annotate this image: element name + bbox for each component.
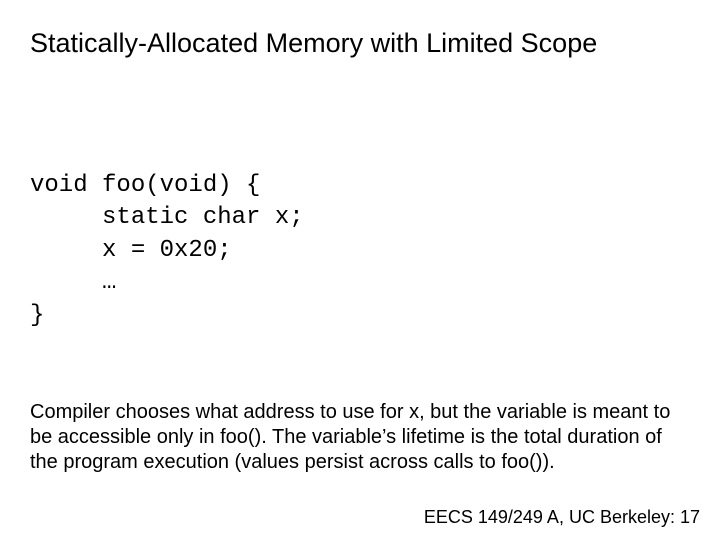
slide: Statically-Allocated Memory with Limited…	[0, 0, 720, 540]
code-line-4: …	[30, 269, 116, 296]
code-line-3: x = 0x20;	[30, 237, 232, 264]
footer-text: EECS 149/249 A, UC Berkeley: 17	[424, 507, 700, 528]
code-line-1: void foo(void) {	[30, 172, 260, 199]
code-block: void foo(void) { static char x; x = 0x20…	[30, 170, 304, 332]
slide-title: Statically-Allocated Memory with Limited…	[30, 28, 690, 59]
code-line-5: }	[30, 302, 44, 329]
code-line-2: static char x;	[30, 204, 304, 231]
body-text: Compiler chooses what address to use for…	[30, 400, 690, 475]
